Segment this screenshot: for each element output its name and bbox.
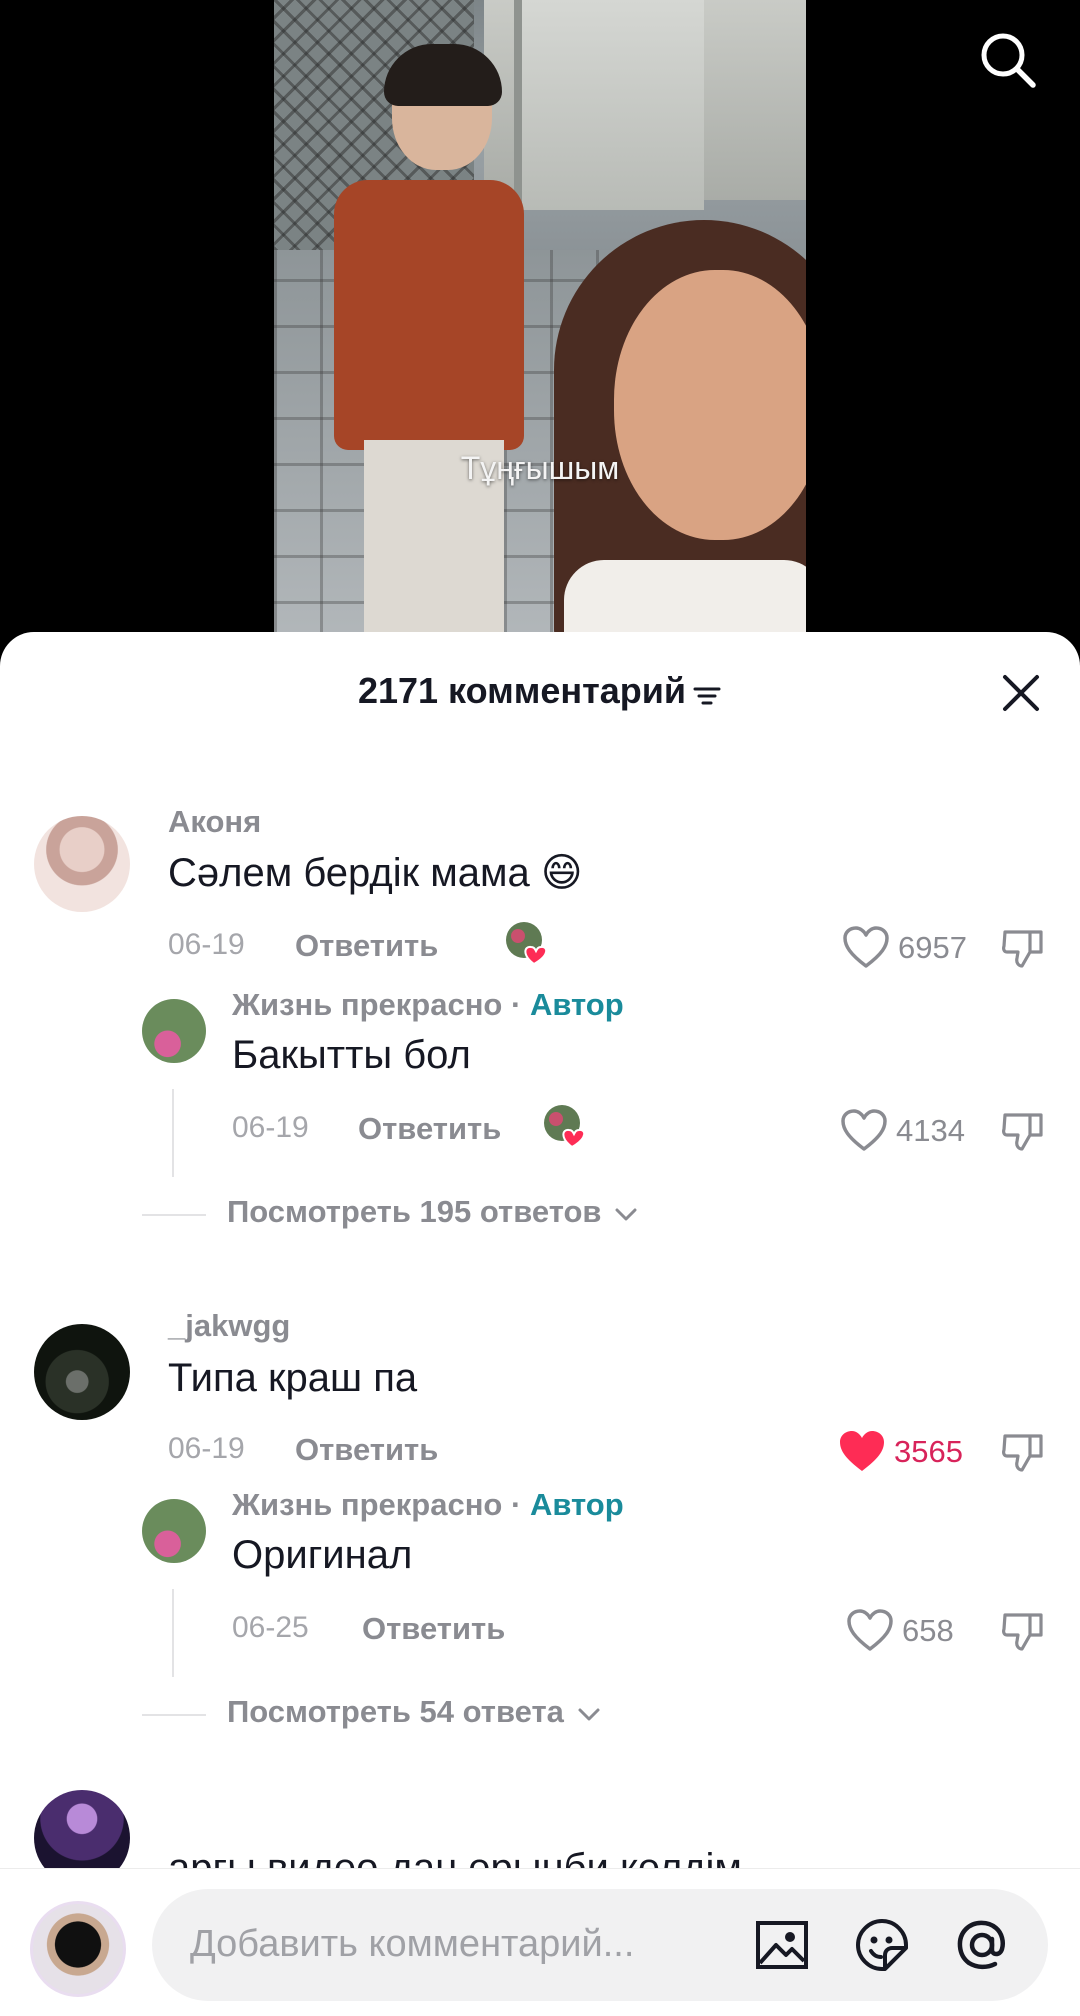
- video-person-woman-face: [614, 270, 806, 540]
- view-replies-text: Посмотреть 54 ответа: [227, 1694, 564, 1729]
- comment-username[interactable]: _jakwgg: [168, 1308, 290, 1344]
- chevron-down-icon: [578, 1708, 600, 1721]
- dislike-button[interactable]: [1000, 1607, 1046, 1653]
- view-replies-button[interactable]: Посмотреть 195 ответов: [142, 1194, 702, 1234]
- comment-input[interactable]: Добавить комментарий...: [152, 1889, 1048, 2001]
- comment-text: Типа краш па: [168, 1356, 418, 1400]
- like-count: 658: [902, 1613, 954, 1648]
- view-replies-dash: [142, 1714, 206, 1716]
- heart-outline-icon: [847, 1609, 893, 1651]
- like-button[interactable]: [842, 926, 890, 970]
- comment-input-bar: Добавить комментарий...: [0, 1868, 1080, 2016]
- thumbs-down-icon: [1002, 1434, 1043, 1472]
- view-replies-dash: [142, 1214, 206, 1216]
- comment-date: 06-19: [168, 1432, 245, 1465]
- thumbs-down-icon: [1002, 1613, 1043, 1651]
- reply-item: Жизнь прекрасно · Автор Оригинал 06-25 О…: [0, 1477, 1080, 1677]
- close-comments-button[interactable]: [996, 668, 1046, 718]
- avatar[interactable]: [34, 816, 130, 912]
- reply-username-text: Жизнь прекрасно: [232, 1487, 503, 1522]
- view-replies-label: Посмотреть 195 ответов: [227, 1194, 638, 1230]
- separator-dot: ·: [511, 1487, 522, 1522]
- reply-username[interactable]: Жизнь прекрасно · Автор: [232, 1487, 624, 1523]
- search-icon: [981, 33, 1036, 88]
- close-icon: [1003, 675, 1039, 711]
- like-button[interactable]: [846, 1609, 894, 1653]
- comment-date: 06-19: [168, 928, 245, 961]
- video-player[interactable]: Тұңғышым: [0, 0, 1080, 650]
- reply-date: 06-25: [232, 1611, 309, 1644]
- reply-button[interactable]: Ответить: [295, 928, 438, 964]
- my-avatar[interactable]: [30, 1901, 126, 1997]
- video-frame[interactable]: Тұңғышым: [274, 0, 806, 650]
- author-badge: Автор: [529, 1487, 624, 1522]
- reply-button[interactable]: Ответить: [295, 1432, 438, 1468]
- mention-button[interactable]: [952, 1915, 1012, 1975]
- like-button[interactable]: [840, 1109, 888, 1153]
- dislike-button[interactable]: [1000, 924, 1046, 970]
- liked-by-creator-badge: [542, 1103, 588, 1149]
- reply-username-text: Жизнь прекрасно: [232, 987, 503, 1022]
- thread-line: [172, 1089, 174, 1177]
- view-replies-label: Посмотреть 54 ответа: [227, 1694, 601, 1730]
- image-button[interactable]: [752, 1915, 812, 1975]
- heart-outline-icon: [841, 1109, 887, 1151]
- comment-item: Аконя Сәлем бердік мама 😄 06-19 Ответить…: [0, 762, 1080, 968]
- comment-text: Сәлем бердік мама 😄: [168, 851, 583, 895]
- reply-username[interactable]: Жизнь прекрасно · Автор: [232, 987, 624, 1023]
- thumbs-down-icon: [1002, 930, 1043, 968]
- author-badge: Автор: [529, 987, 624, 1022]
- video-bg-door: [514, 0, 704, 210]
- reply-button[interactable]: Ответить: [358, 1111, 501, 1147]
- view-replies-text: Посмотреть 195 ответов: [227, 1194, 602, 1229]
- thread-line: [172, 1589, 174, 1677]
- heart-filled-icon: [840, 1431, 884, 1471]
- avatar[interactable]: [142, 999, 206, 1063]
- comments-title[interactable]: 2171 комментарий: [0, 670, 1080, 712]
- separator-dot: ·: [511, 987, 522, 1022]
- like-count: 6957: [898, 930, 967, 965]
- heart-outline-icon: [843, 926, 889, 968]
- sticker-emoji-icon: [856, 1919, 908, 1971]
- reply-item: Жизнь прекрасно · Автор Бакытты бол 06-1…: [0, 977, 1080, 1177]
- like-count: 3565: [894, 1434, 963, 1469]
- reply-button[interactable]: Ответить: [362, 1611, 505, 1647]
- reply-date: 06-19: [232, 1111, 309, 1144]
- comment-username[interactable]: Аконя: [168, 804, 261, 840]
- comments-sheet: 2171 комментарий Аконя Сәлем бердік мама…: [0, 632, 1080, 2016]
- comment-item: _jakwgg Типа краш па 06-19 Ответить 3565: [0, 1268, 1080, 1472]
- mention-icon: [957, 1920, 1005, 1970]
- thumbs-down-icon: [1002, 1113, 1043, 1151]
- image-icon: [756, 1921, 808, 1969]
- search-button[interactable]: [976, 28, 1040, 92]
- dislike-button[interactable]: [1000, 1107, 1046, 1153]
- reply-text: Оригинал: [232, 1533, 413, 1577]
- liked-by-creator-badge: [504, 920, 550, 966]
- like-count: 4134: [896, 1113, 965, 1148]
- view-replies-button[interactable]: Посмотреть 54 ответа: [142, 1694, 672, 1734]
- avatar[interactable]: [34, 1324, 130, 1420]
- comments-header: 2171 комментарий: [0, 632, 1080, 750]
- emoji-button[interactable]: [852, 1915, 912, 1975]
- chevron-down-icon: [615, 1208, 637, 1221]
- like-button[interactable]: [838, 1430, 886, 1474]
- video-caption: Тұңғышым: [460, 450, 620, 486]
- comments-count: 2171 комментарий: [357, 670, 687, 711]
- dislike-button[interactable]: [1000, 1428, 1046, 1474]
- avatar[interactable]: [142, 1499, 206, 1563]
- sort-icon[interactable]: [692, 678, 722, 708]
- comment-input-placeholder: Добавить комментарий...: [190, 1923, 635, 1965]
- reply-text: Бакытты бол: [232, 1033, 471, 1077]
- video-person-boy-shirt: [334, 180, 524, 450]
